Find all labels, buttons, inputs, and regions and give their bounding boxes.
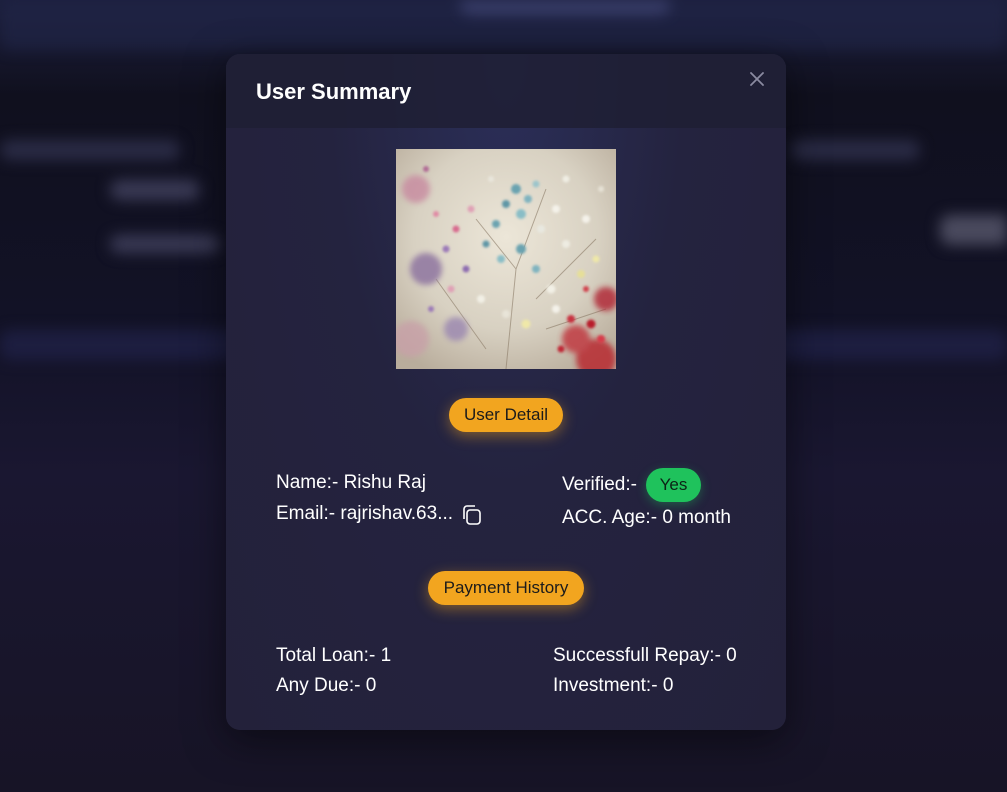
user-name: Name:- Rishu Raj	[276, 472, 426, 493]
investment: Investment:- 0	[553, 675, 674, 696]
payment-history-button[interactable]: Payment History	[428, 571, 584, 605]
close-icon[interactable]	[746, 68, 768, 90]
successful-repay: Successfull Repay:- 0	[553, 645, 737, 666]
avatar	[396, 149, 616, 369]
copy-icon[interactable]	[460, 503, 484, 527]
user-email: Email:- rajrishav.63...	[276, 503, 454, 524]
user-detail-button[interactable]: User Detail	[449, 398, 563, 432]
modal-header: User Summary	[226, 54, 786, 128]
account-age: ACC. Age:- 0 month	[562, 507, 731, 528]
total-loan: Total Loan:- 1	[276, 645, 392, 666]
verified-badge: Yes	[646, 468, 701, 502]
modal-title: User Summary	[256, 79, 412, 104]
any-due: Any Due:- 0	[276, 675, 377, 696]
user-summary-modal: User Summary User Detail Name:- Rishu Ra…	[226, 54, 786, 730]
verified-label: Verified:-	[562, 474, 637, 495]
